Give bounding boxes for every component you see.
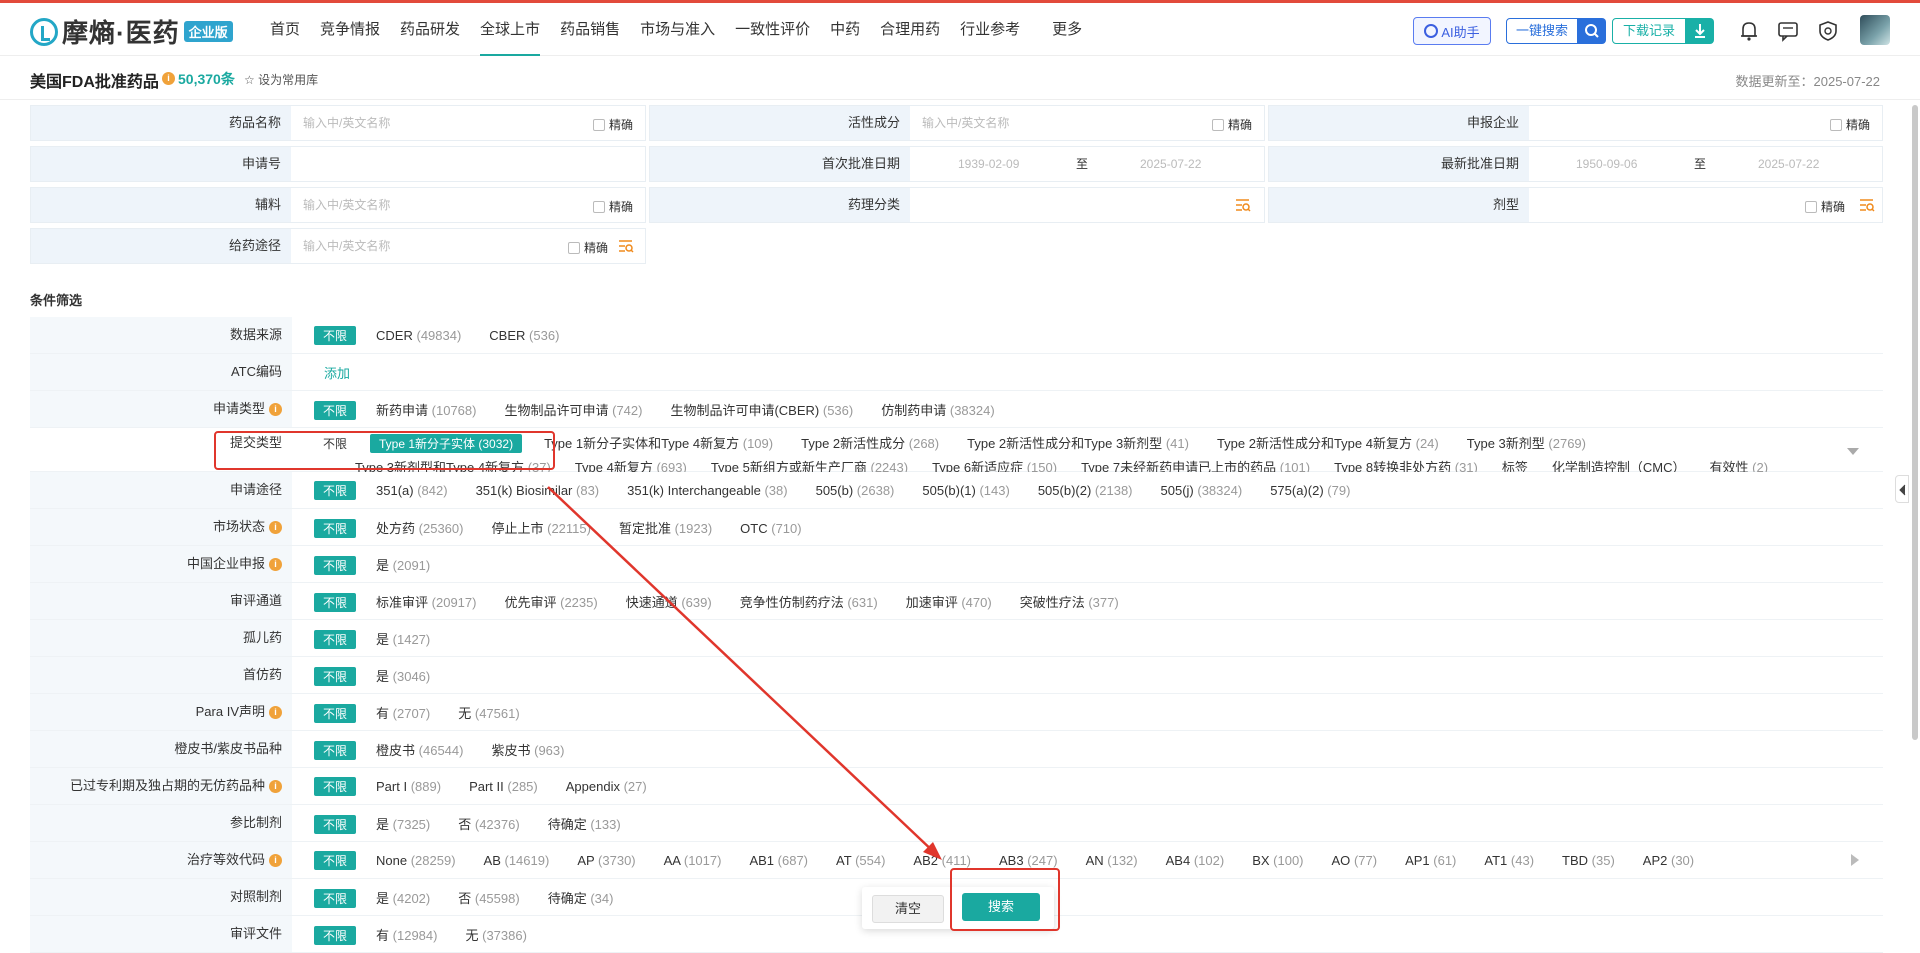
annotation-arrow — [547, 486, 942, 860]
